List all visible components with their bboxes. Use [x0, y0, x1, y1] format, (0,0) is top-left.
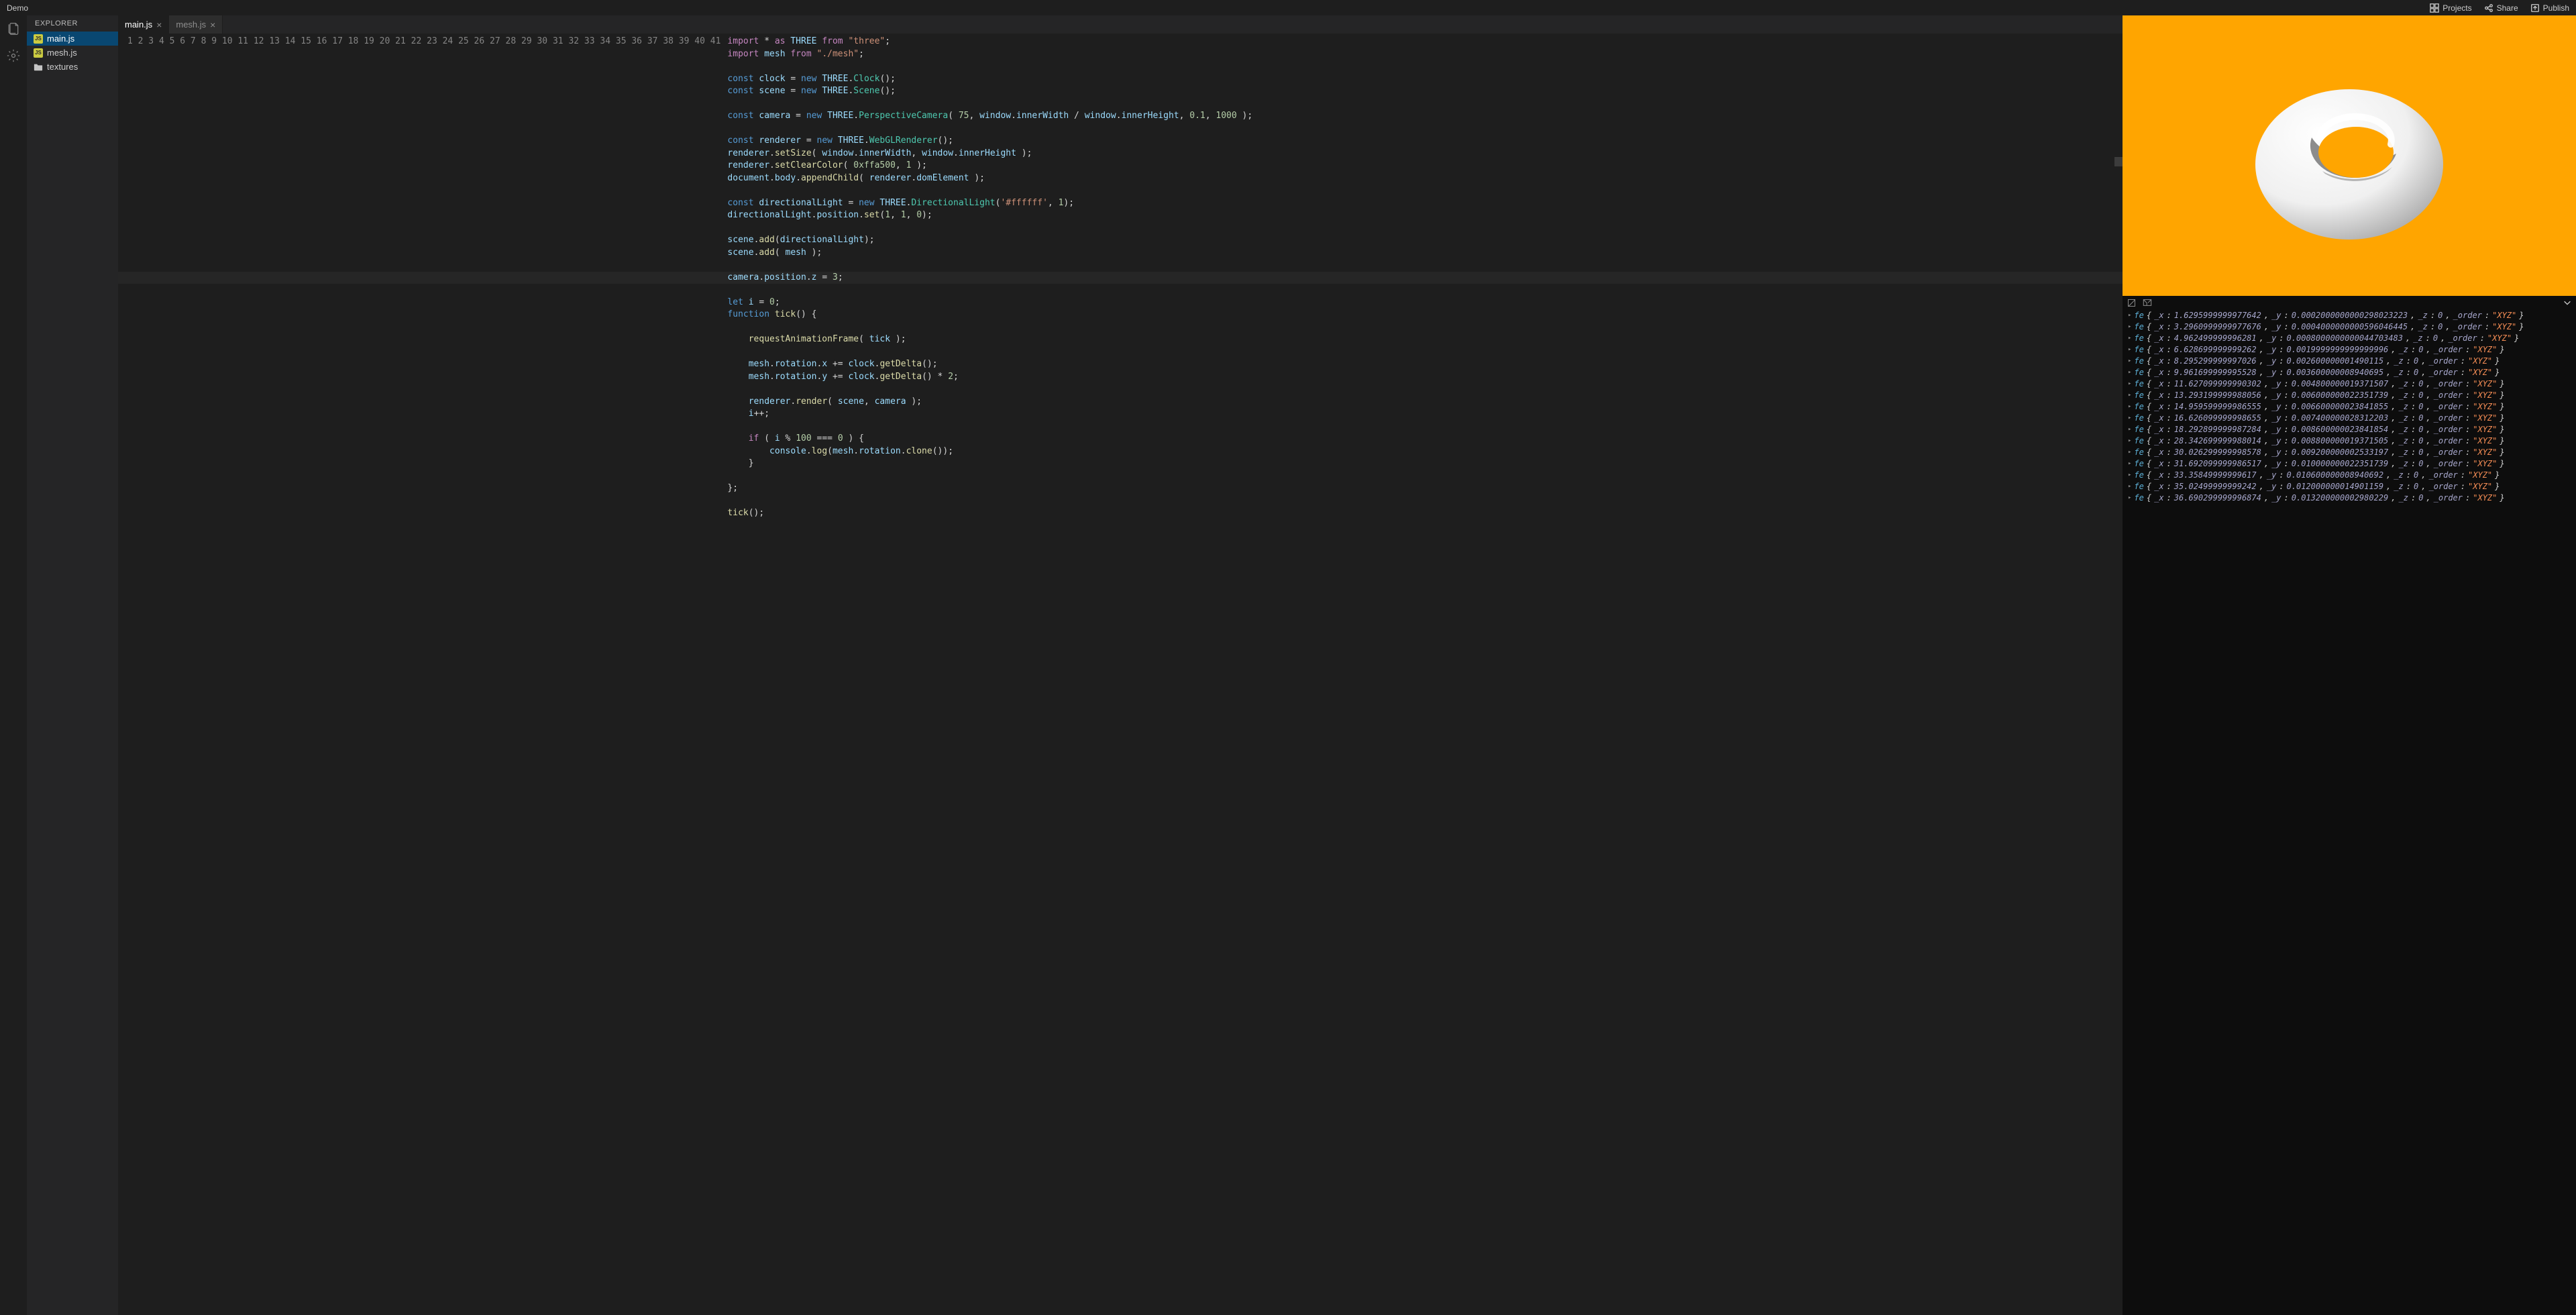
projects-button[interactable]: Projects: [2430, 3, 2471, 13]
editor-panel: main.js × mesh.js × 1 2 3 4 5 6 7 8 9 10 11…: [118, 15, 2123, 1315]
console-line[interactable]: ▸fe {_x: 18.292899999987284, _y: 0.00860…: [2128, 423, 2571, 435]
share-button[interactable]: Share: [2484, 3, 2518, 13]
console-line[interactable]: ▸fe {_x: 9.961699999995528, _y: 0.003600…: [2128, 366, 2571, 378]
tab-label: main.js: [125, 19, 152, 30]
grid-icon: [2430, 3, 2439, 13]
projects-label: Projects: [2443, 3, 2471, 13]
folder-icon: [34, 62, 43, 72]
preview-panel: ▸fe {_x: 1.6295999999977642, _y: 0.00020…: [2123, 15, 2576, 1315]
expand-icon[interactable]: ▸: [2128, 312, 2131, 319]
console-line[interactable]: ▸fe {_x: 28.342699999988014, _y: 0.00880…: [2128, 435, 2571, 446]
file-item-main-js[interactable]: JS main.js: [27, 32, 118, 46]
app-title: Demo: [7, 3, 2430, 13]
settings-activity-icon[interactable]: [7, 49, 20, 62]
code-editor[interactable]: 1 2 3 4 5 6 7 8 9 10 11 12 13 14 15 16 1…: [118, 34, 2123, 1315]
line-gutter: 1 2 3 4 5 6 7 8 9 10 11 12 13 14 15 16 1…: [118, 34, 727, 1315]
expand-icon[interactable]: ▸: [2128, 415, 2131, 421]
expand-icon[interactable]: ▸: [2128, 403, 2131, 410]
expand-icon[interactable]: ▸: [2128, 346, 2131, 353]
file-item-textures[interactable]: textures: [27, 60, 118, 74]
file-label: main.js: [47, 34, 74, 44]
expand-icon[interactable]: ▸: [2128, 494, 2131, 501]
js-file-icon: JS: [34, 34, 43, 44]
expand-icon[interactable]: ▸: [2128, 460, 2131, 467]
console-line[interactable]: ▸fe {_x: 4.962499999996281, _y: 0.000800…: [2128, 332, 2571, 344]
console-line[interactable]: ▸fe {_x: 8.295299999997026, _y: 0.002600…: [2128, 355, 2571, 366]
scrollbar-thumb[interactable]: [2114, 157, 2123, 166]
console-output[interactable]: ▸fe {_x: 1.6295999999977642, _y: 0.00020…: [2123, 309, 2576, 503]
publish-button[interactable]: Publish: [2530, 3, 2569, 13]
expand-icon[interactable]: ▸: [2128, 437, 2131, 444]
console-filter-button[interactable]: [2143, 298, 2152, 307]
file-label: textures: [47, 62, 78, 72]
explorer-sidebar: EXPLORER JS main.js JS mesh.js textures: [27, 15, 118, 1315]
console-line[interactable]: ▸fe {_x: 11.627099999990302, _y: 0.00480…: [2128, 378, 2571, 389]
expand-icon[interactable]: ▸: [2128, 472, 2131, 478]
share-label: Share: [2497, 3, 2518, 13]
files-activity-icon[interactable]: [7, 22, 20, 36]
publish-icon: [2530, 3, 2540, 13]
share-icon: [2484, 3, 2493, 13]
expand-icon[interactable]: ▸: [2128, 369, 2131, 376]
console-line[interactable]: ▸fe {_x: 13.293199999988056, _y: 0.00600…: [2128, 389, 2571, 401]
console-line[interactable]: ▸fe {_x: 6.628699999999262, _y: 0.001999…: [2128, 344, 2571, 355]
tab-close-icon[interactable]: ×: [156, 19, 162, 30]
app-header: Demo Projects Share Publish: [0, 0, 2576, 15]
expand-icon[interactable]: ▸: [2128, 426, 2131, 433]
explorer-title: EXPLORER: [27, 15, 118, 32]
console-line[interactable]: ▸fe {_x: 16.626099999998655, _y: 0.00740…: [2128, 412, 2571, 423]
console-line[interactable]: ▸fe {_x: 33.35849999999617, _y: 0.010600…: [2128, 469, 2571, 480]
console-clear-button[interactable]: [2127, 298, 2136, 307]
console-panel: ▸fe {_x: 1.6295999999977642, _y: 0.00020…: [2123, 296, 2576, 1315]
console-toolbar: [2123, 296, 2576, 309]
console-line[interactable]: ▸fe {_x: 1.6295999999977642, _y: 0.00020…: [2128, 309, 2571, 321]
editor-tabs: main.js × mesh.js ×: [118, 15, 2123, 34]
console-line[interactable]: ▸fe {_x: 3.2960999999977676, _y: 0.00040…: [2128, 321, 2571, 332]
file-item-mesh-js[interactable]: JS mesh.js: [27, 46, 118, 60]
expand-icon[interactable]: ▸: [2128, 380, 2131, 387]
console-line[interactable]: ▸fe {_x: 35.02499999999242, _y: 0.012000…: [2128, 480, 2571, 492]
render-canvas[interactable]: [2123, 15, 2576, 296]
console-line[interactable]: ▸fe {_x: 36.690299999996874, _y: 0.01320…: [2128, 492, 2571, 503]
activity-bar: [0, 15, 27, 1315]
tab-main-js[interactable]: main.js ×: [118, 15, 169, 34]
publish-label: Publish: [2543, 3, 2569, 13]
expand-icon[interactable]: ▸: [2128, 449, 2131, 456]
expand-icon[interactable]: ▸: [2128, 483, 2131, 490]
expand-icon[interactable]: ▸: [2128, 392, 2131, 399]
js-file-icon: JS: [34, 48, 43, 58]
console-collapse-button[interactable]: [2563, 298, 2572, 307]
expand-icon[interactable]: ▸: [2128, 358, 2131, 364]
tab-label: mesh.js: [176, 19, 206, 30]
expand-icon[interactable]: ▸: [2128, 335, 2131, 341]
code-content[interactable]: import * as THREE from "three"; import m…: [727, 34, 2123, 1315]
tab-mesh-js[interactable]: mesh.js ×: [169, 15, 223, 34]
torus-mesh: [2249, 65, 2450, 246]
console-line[interactable]: ▸fe {_x: 31.692099999986517, _y: 0.01000…: [2128, 458, 2571, 469]
console-line[interactable]: ▸fe {_x: 14.959599999986555, _y: 0.00660…: [2128, 401, 2571, 412]
console-line[interactable]: ▸fe {_x: 30.026299999998578, _y: 0.00920…: [2128, 446, 2571, 458]
tab-close-icon[interactable]: ×: [210, 19, 215, 30]
file-label: mesh.js: [47, 48, 77, 58]
expand-icon[interactable]: ▸: [2128, 323, 2131, 330]
